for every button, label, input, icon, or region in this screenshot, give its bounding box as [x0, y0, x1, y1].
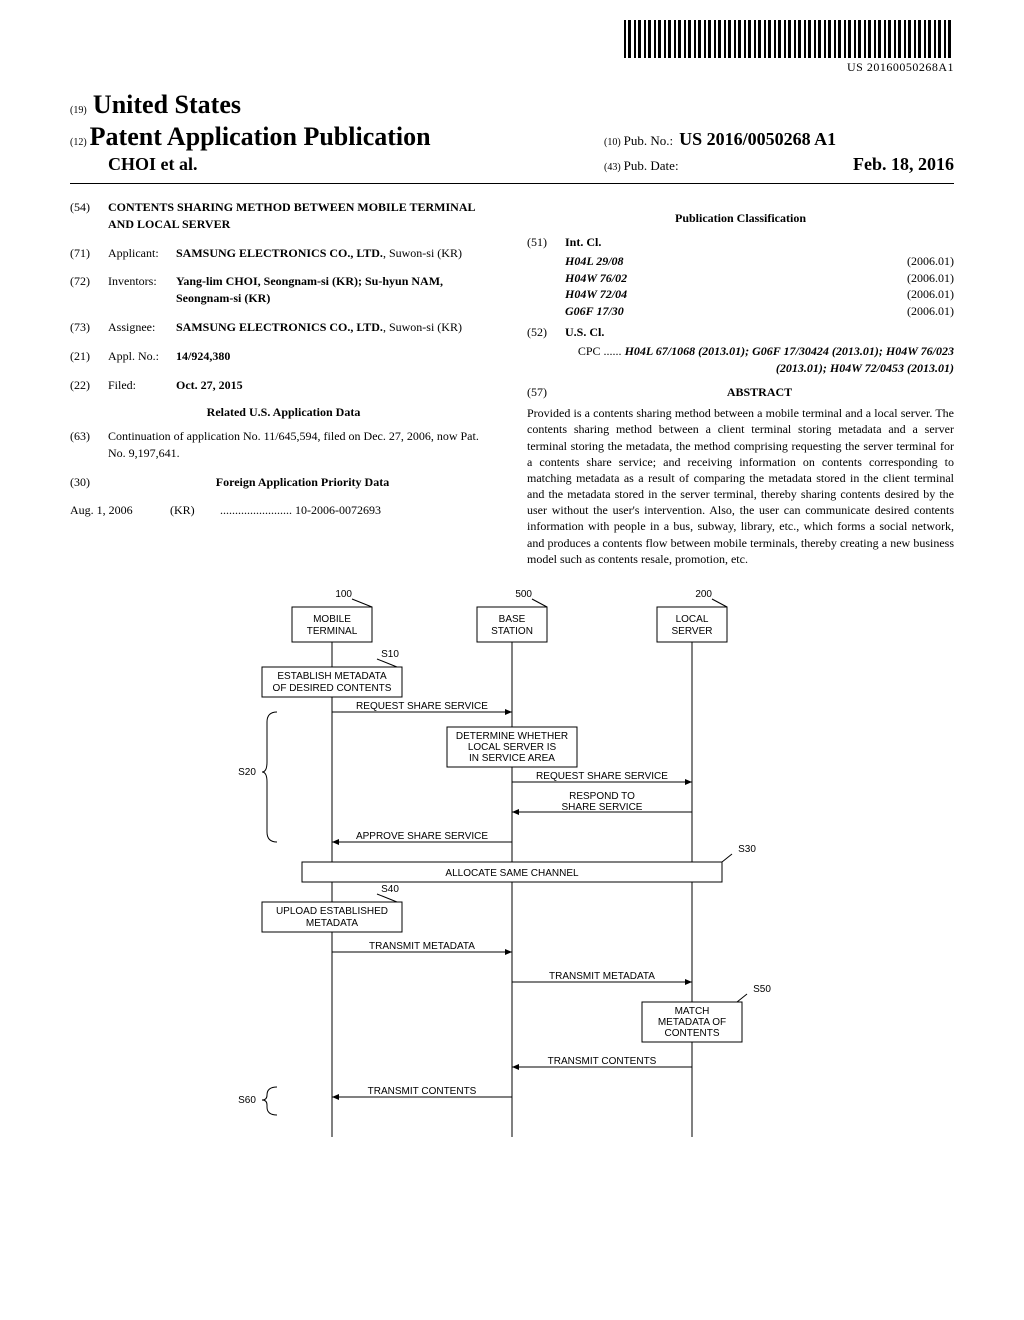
assignee-loc: , Suwon-si (KR)	[383, 320, 462, 334]
foreign-date: Aug. 1, 2006	[70, 503, 170, 518]
svg-text:TRANSMIT METADATA: TRANSMIT METADATA	[549, 971, 655, 982]
svg-text:APPROVE SHARE SERVICE: APPROVE SHARE SERVICE	[356, 831, 488, 842]
appl-value: 14/924,380	[176, 349, 230, 363]
svg-text:500: 500	[515, 589, 532, 600]
intcl-row: H04W 72/04(2006.01)	[565, 286, 954, 303]
authors-line: CHOI et al.	[70, 154, 604, 175]
barcode-text: US 20160050268A1	[624, 60, 954, 75]
svg-text:MATCH: MATCH	[675, 1006, 710, 1017]
svg-text:ALLOCATE SAME CHANNEL: ALLOCATE SAME CHANNEL	[445, 868, 579, 879]
pub-type: Patent Application Publication	[90, 122, 431, 152]
related-num: (63)	[70, 428, 108, 462]
pub-type-prefix: (12)	[70, 137, 87, 148]
abstract-text: Provided is a contents sharing method be…	[527, 405, 954, 567]
pub-no-label: Pub. No.:	[624, 133, 673, 149]
inventors-names: Yang-lim CHOI, Seongnam-si (KR); Su-hyun…	[176, 274, 443, 305]
filed-num: (22)	[70, 377, 108, 394]
foreign-heading: Foreign Application Priority Data	[216, 475, 389, 489]
assignee-name: SAMSUNG ELECTRONICS CO., LTD.	[176, 320, 383, 334]
foreign-num: (30)	[70, 474, 108, 491]
pub-date-label: Pub. Date:	[624, 158, 679, 174]
country-name: United States	[93, 90, 241, 119]
filed-label: Filed:	[108, 377, 176, 394]
svg-text:S50: S50	[753, 984, 771, 995]
svg-text:METADATA OF: METADATA OF	[658, 1017, 726, 1028]
assignee-num: (73)	[70, 319, 108, 336]
svg-text:S20: S20	[238, 767, 256, 778]
foreign-country: (KR)	[170, 503, 220, 518]
svg-text:IN SERVICE AREA: IN SERVICE AREA	[469, 753, 555, 764]
abstract-label: ABSTRACT	[727, 385, 792, 399]
applicant-num: (71)	[70, 245, 108, 262]
svg-text:TRANSMIT CONTENTS: TRANSMIT CONTENTS	[548, 1056, 657, 1067]
applicant-label: Applicant:	[108, 245, 176, 262]
uscl-label: U.S. Cl.	[565, 325, 604, 339]
barcode-graphic	[624, 20, 954, 58]
invention-title: CONTENTS SHARING METHOD BETWEEN MOBILE T…	[108, 200, 475, 231]
barcode-area: US 20160050268A1	[624, 20, 954, 75]
appl-label: Appl. No.:	[108, 348, 176, 365]
uscl-num: (52)	[527, 324, 565, 341]
svg-text:TERMINAL: TERMINAL	[307, 626, 358, 637]
svg-text:SHARE SERVICE: SHARE SERVICE	[562, 802, 643, 813]
flowchart-diagram: MOBILE TERMINAL 100 BASE STATION 500 LOC…	[202, 587, 822, 1147]
intcl-row: H04L 29/08(2006.01)	[565, 253, 954, 270]
svg-text:STATION: STATION	[491, 626, 533, 637]
filed-value: Oct. 27, 2015	[176, 378, 243, 392]
svg-text:REQUEST SHARE SERVICE: REQUEST SHARE SERVICE	[356, 701, 488, 712]
svg-text:LOCAL: LOCAL	[676, 614, 709, 625]
intcl-label: Int. Cl.	[565, 235, 601, 249]
svg-text:S60: S60	[238, 1095, 256, 1106]
svg-text:BASE: BASE	[499, 614, 526, 625]
svg-text:SERVER: SERVER	[672, 626, 713, 637]
pub-no-value: US 2016/0050268 A1	[679, 129, 836, 150]
abstract-num: (57)	[527, 384, 565, 401]
title-num: (54)	[70, 199, 108, 233]
svg-text:REQUEST SHARE SERVICE: REQUEST SHARE SERVICE	[536, 771, 668, 782]
svg-text:TRANSMIT CONTENTS: TRANSMIT CONTENTS	[368, 1086, 477, 1097]
related-text: Continuation of application No. 11/645,5…	[108, 428, 497, 462]
intcl-row: H04W 76/02(2006.01)	[565, 270, 954, 287]
svg-text:LOCAL SERVER IS: LOCAL SERVER IS	[468, 742, 557, 753]
svg-text:200: 200	[695, 589, 712, 600]
pub-date-prefix: (43)	[604, 162, 621, 173]
foreign-app-number: ........................ 10-2006-0072693	[220, 503, 497, 518]
appl-num: (21)	[70, 348, 108, 365]
related-heading: Related U.S. Application Data	[70, 405, 497, 420]
assignee-label: Assignee:	[108, 319, 176, 336]
svg-text:S40: S40	[381, 884, 399, 895]
document-header: (19) United States (12) Patent Applicati…	[70, 90, 954, 184]
intcl-num: (51)	[527, 234, 565, 251]
intcl-row: G06F 17/30(2006.01)	[565, 303, 954, 320]
bibliographic-data: (54) CONTENTS SHARING METHOD BETWEEN MOB…	[70, 199, 954, 567]
inventors-num: (72)	[70, 273, 108, 307]
pub-no-prefix: (10)	[604, 137, 621, 148]
cpc-prefix: CPC ......	[578, 344, 622, 358]
svg-text:S30: S30	[738, 844, 756, 855]
svg-text:OF DESIRED CONTENTS: OF DESIRED CONTENTS	[273, 683, 392, 694]
svg-text:100: 100	[335, 589, 352, 600]
applicant-loc: , Suwon-si (KR)	[383, 246, 462, 260]
country-prefix: (19)	[70, 105, 87, 116]
inventors-label: Inventors:	[108, 273, 176, 307]
svg-text:CONTENTS: CONTENTS	[665, 1028, 720, 1039]
flowchart-svg: MOBILE TERMINAL 100 BASE STATION 500 LOC…	[202, 587, 822, 1147]
svg-text:UPLOAD ESTABLISHED: UPLOAD ESTABLISHED	[276, 906, 388, 917]
applicant-name: SAMSUNG ELECTRONICS CO., LTD.	[176, 246, 383, 260]
svg-text:DETERMINE WHETHER: DETERMINE WHETHER	[456, 731, 568, 742]
svg-text:S10: S10	[381, 649, 399, 660]
svg-text:RESPOND TO: RESPOND TO	[569, 791, 635, 802]
svg-text:MOBILE: MOBILE	[313, 614, 351, 625]
svg-text:ESTABLISH METADATA: ESTABLISH METADATA	[277, 671, 387, 682]
cpc-codes: H04L 67/1068 (2013.01); G06F 17/30424 (2…	[625, 344, 954, 375]
svg-text:METADATA: METADATA	[306, 918, 359, 929]
pub-date-value: Feb. 18, 2016	[853, 154, 954, 175]
classification-heading: Publication Classification	[527, 211, 954, 226]
svg-text:TRANSMIT METADATA: TRANSMIT METADATA	[369, 941, 475, 952]
